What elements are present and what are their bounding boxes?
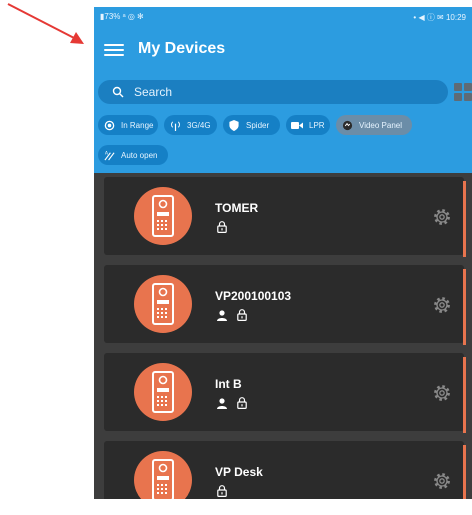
phone-screen: ▮73% ᵃ ◎ ✻ • ◀ ⓘ ✉ 10:29 My Devices Sear… (94, 7, 472, 499)
card-accent-bar (463, 269, 466, 345)
filter-chip-in-range[interactable]: In Range (98, 115, 158, 135)
filter-chip-label: In Range (121, 120, 154, 130)
intercom-icon (152, 195, 174, 237)
device-name: VP200100103 (215, 289, 292, 303)
device-badges (215, 220, 235, 234)
card-accent-bar (463, 357, 466, 433)
device-avatar (134, 451, 192, 499)
filter-chip-label: Spider (246, 120, 270, 130)
device-badges (215, 484, 235, 498)
filter-chip-label: Auto open (121, 150, 158, 160)
filter-chip-label: 3G/4G (187, 120, 211, 130)
user-icon (217, 397, 227, 409)
annotation-arrow (7, 3, 84, 44)
antenna-icon (170, 120, 180, 131)
filter-chip-3g-4g[interactable]: 3G/4G (164, 115, 217, 135)
lock-icon (237, 397, 247, 409)
device-avatar (134, 187, 192, 245)
status-bar: ▮73% ᵃ ◎ ✻ • ◀ ⓘ ✉ 10:29 (100, 11, 466, 25)
device-name: Int B (215, 377, 242, 391)
gear-icon[interactable] (432, 295, 452, 315)
gear-icon[interactable] (432, 471, 452, 491)
intercom-icon (152, 371, 174, 413)
gear-icon[interactable] (432, 207, 452, 227)
card-accent-bar (463, 445, 466, 499)
filter-chip-label: Video Panel (359, 120, 402, 130)
search-placeholder: Search (134, 85, 173, 99)
device-card[interactable]: VP200100103 (104, 265, 466, 345)
app-header: ▮73% ᵃ ◎ ✻ • ◀ ⓘ ✉ 10:29 My Devices Sear… (94, 7, 472, 173)
shield-icon (229, 119, 239, 131)
target-icon (104, 120, 114, 130)
filter-chip-auto-open[interactable]: A Auto open (98, 145, 168, 165)
lock-icon (217, 221, 227, 233)
filter-chip-lpr[interactable]: LPR (286, 115, 330, 135)
auto-open-icon: A (103, 150, 115, 160)
device-card[interactable]: VP Desk (104, 441, 466, 499)
intercom-icon (152, 459, 174, 499)
video-panel-icon (342, 120, 352, 130)
device-card[interactable]: TOMER (104, 177, 466, 257)
search-icon (112, 86, 124, 98)
filter-chip-spider[interactable]: Spider (223, 115, 280, 135)
device-badges (215, 308, 255, 322)
intercom-icon (152, 283, 174, 325)
lock-icon (217, 485, 227, 497)
hamburger-icon[interactable] (104, 41, 124, 57)
device-card[interactable]: Int B (104, 353, 466, 433)
device-name: VP Desk (215, 465, 263, 479)
device-avatar (134, 363, 192, 421)
page-title: My Devices (138, 40, 226, 57)
search-input[interactable]: Search (98, 80, 448, 104)
status-right: • ◀ ⓘ ✉ 10:29 (413, 13, 466, 22)
card-accent-bar (463, 181, 466, 257)
filter-chip-video-panel[interactable]: Video Panel (336, 115, 412, 135)
user-icon (217, 309, 227, 321)
gear-icon[interactable] (432, 383, 452, 403)
filter-chip-label: LPR (309, 120, 325, 130)
lock-icon (237, 309, 247, 321)
device-badges (215, 396, 255, 410)
status-left: ▮73% ᵃ ◎ ✻ (100, 12, 144, 21)
device-avatar (134, 275, 192, 333)
camera-icon (291, 121, 303, 129)
device-name: TOMER (215, 201, 259, 215)
grid-icon[interactable] (454, 80, 472, 104)
